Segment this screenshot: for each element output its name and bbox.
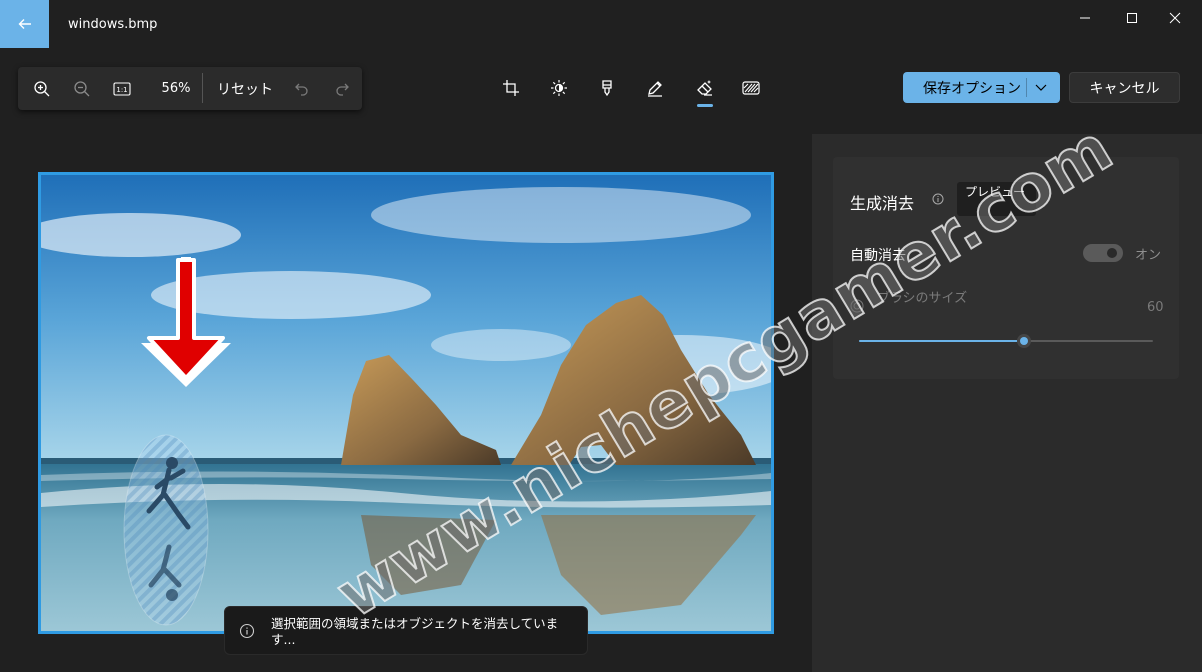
info-icon [239, 623, 255, 639]
save-options-label: 保存オプション [923, 81, 1021, 97]
preview-badge: プレビュー [957, 182, 1036, 216]
redo-icon [336, 83, 349, 96]
zoombar-divider [202, 73, 203, 103]
reset-button[interactable]: リセット [214, 67, 276, 110]
back-button[interactable] [0, 0, 49, 48]
auto-erase-state: オン [1135, 248, 1162, 263]
filter-tool[interactable] [592, 73, 622, 103]
auto-erase-label: 自動消去 [850, 248, 906, 264]
active-tool-indicator [697, 104, 713, 107]
blur-tool[interactable] [736, 73, 766, 103]
brush-size-icon [850, 299, 864, 313]
eraser-icon [697, 80, 712, 96]
zoom-toolbar: 1:1 56% リセット [18, 67, 362, 110]
image-canvas[interactable] [38, 172, 774, 634]
markup-tool[interactable] [640, 73, 670, 103]
redo-button[interactable] [330, 67, 354, 110]
actual-size-icon: 1:1 [113, 81, 131, 96]
window-title: windows.bmp [68, 17, 158, 32]
status-message: 選択範囲の領域またはオブジェクトを消去しています... [271, 616, 559, 647]
undo-icon [295, 83, 308, 96]
brush-size-label: ブラシのサイズ [876, 291, 968, 306]
back-arrow-icon [18, 19, 31, 29]
chevron-down-icon [1035, 84, 1047, 91]
generative-erase-title: 生成消去 [850, 194, 915, 213]
close-icon [1169, 12, 1181, 24]
landscape-photo [41, 175, 771, 631]
save-options-divider [1026, 78, 1027, 97]
zoom-level[interactable]: 56% [158, 67, 194, 110]
zoom-out-icon [74, 80, 90, 96]
brush-size-value: 60 [1147, 300, 1164, 315]
maximize-button[interactable] [1109, 0, 1155, 36]
actual-size-button[interactable]: 1:1 [108, 67, 136, 110]
preview-badge-label: プレビュー [965, 185, 1026, 199]
zoom-in-button[interactable] [28, 67, 56, 110]
undo-button[interactable] [290, 67, 314, 110]
minimize-icon [1080, 17, 1090, 19]
slider-thumb[interactable] [1016, 334, 1031, 348]
svg-text:1:1: 1:1 [116, 86, 127, 94]
brightness-icon [551, 80, 567, 96]
zoom-in-icon [34, 80, 50, 96]
adjust-tool[interactable] [544, 73, 574, 103]
auto-erase-toggle[interactable] [1083, 244, 1123, 262]
title-bar: windows.bmp [0, 0, 1202, 50]
crop-icon [503, 80, 519, 96]
toggle-knob [1107, 248, 1117, 258]
slider-fill [859, 340, 1024, 342]
erase-tool[interactable] [690, 73, 720, 103]
crop-tool[interactable] [496, 73, 526, 103]
brush-size-slider[interactable] [859, 334, 1153, 348]
close-button[interactable] [1152, 0, 1198, 36]
marker-icon [602, 80, 612, 97]
maximize-icon [1127, 13, 1137, 23]
blur-icon [742, 81, 760, 95]
save-options-button[interactable]: 保存オプション [903, 72, 1060, 103]
zoom-out-button[interactable] [68, 67, 96, 110]
minimize-button[interactable] [1062, 0, 1108, 36]
cancel-button[interactable]: キャンセル [1069, 72, 1180, 103]
info-icon[interactable] [932, 193, 944, 205]
status-toast: 選択範囲の領域またはオブジェクトを消去しています... [224, 606, 588, 655]
pen-icon [648, 81, 662, 97]
